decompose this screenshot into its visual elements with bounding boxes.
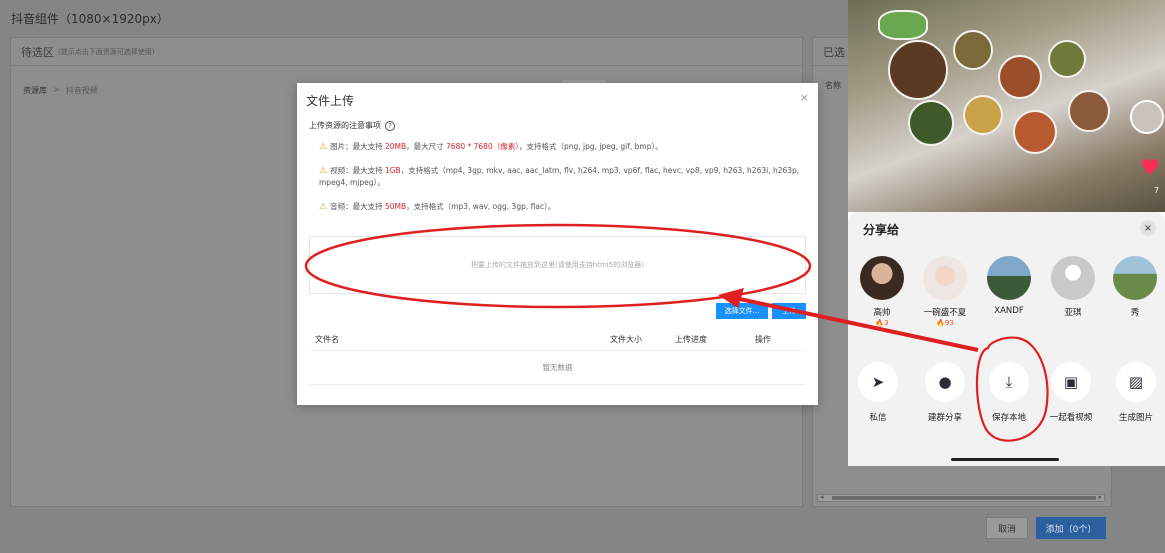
- dropzone-text: 把要上传的文件拖放到这里(请使用支持html5的浏览器): [471, 261, 644, 269]
- warning-icon: ⚠: [319, 166, 328, 176]
- help-icon[interactable]: ?: [385, 120, 395, 131]
- dish-image: [888, 40, 948, 100]
- share-contact[interactable]: 一碗盛不夏 🔥93: [917, 256, 973, 327]
- column-file-size: 文件大小: [610, 335, 642, 344]
- dish-image: [1013, 110, 1057, 154]
- add-button[interactable]: 添加（0个）: [1036, 517, 1106, 539]
- action-label: 生成图片: [1118, 413, 1153, 423]
- share-contact[interactable]: 秀: [1107, 256, 1163, 318]
- dish-image: [998, 55, 1042, 99]
- video-upload-note: ⚠ 视频：最大支持 1GB，支持格式（mp4, 3gp, mkv, aac, aa…: [319, 166, 800, 187]
- breadcrumb-root[interactable]: 资源库: [23, 85, 47, 96]
- contact-streak: 🔥93: [936, 319, 954, 327]
- image-upload-note: ⚠ 图片：最大支持 20MB，最大尺寸 7680 * 7680（像素），支持格式（…: [319, 142, 663, 152]
- video-preview-image: [848, 0, 1165, 212]
- author-avatar[interactable]: [1130, 100, 1164, 134]
- home-indicator: [951, 458, 1059, 461]
- upload-notes-title: 上传资源的注意事项: [309, 121, 381, 130]
- lettuce-image: [878, 10, 928, 40]
- select-file-button[interactable]: 选择文件...: [716, 303, 768, 319]
- share-action-group-share[interactable]: ● 建群分享: [915, 362, 975, 423]
- contact-avatar: [1051, 256, 1095, 300]
- like-icon[interactable]: ♥: [1140, 158, 1160, 180]
- scroll-right-icon[interactable]: ▸: [1098, 493, 1102, 501]
- share-contact[interactable]: 高帅 🔥3: [854, 256, 910, 327]
- page-title: 抖音组件（1080×1920px）: [11, 12, 169, 26]
- contact-name: 一碗盛不夏: [923, 308, 967, 318]
- selected-panel-title: 已选: [823, 45, 845, 59]
- image-icon: ▨: [1116, 362, 1156, 402]
- share-action-watch-together[interactable]: ▣ 一起看视频: [1041, 362, 1101, 423]
- dish-image: [953, 30, 993, 70]
- audio-upload-note: ⚠ 音频：最大支持 50MB，支持格式（mp3, wav, ogg, 3gp, f…: [319, 202, 556, 212]
- sofa-icon: ▣: [1051, 362, 1091, 402]
- share-contact[interactable]: 亚琪: [1045, 256, 1101, 318]
- breadcrumb-current: 抖音视频: [65, 86, 98, 95]
- close-icon[interactable]: ×: [1140, 220, 1156, 236]
- file-upload-dialog: 文件上传 × 上传资源的注意事项 ? ⚠ 图片：最大支持 20MB，最大尺寸 76…: [297, 83, 818, 405]
- close-icon[interactable]: ×: [800, 91, 809, 104]
- contact-streak: 🔥3: [875, 319, 889, 327]
- column-actions: 操作: [755, 335, 771, 344]
- dish-image: [1068, 90, 1110, 132]
- share-sheet-title: 分享给: [863, 223, 900, 237]
- contact-name: 高帅: [873, 308, 891, 318]
- dish-image: [908, 100, 954, 146]
- file-table-empty: 暂无数据: [309, 351, 806, 385]
- candidate-panel-title: 待选区: [21, 45, 54, 59]
- contact-avatar: [1113, 256, 1157, 300]
- share-sheet: 分享给 × 高帅 🔥3 一碗盛不夏 🔥93 XANDF 亚琪 秀 ➤ 私信 ● …: [848, 212, 1165, 466]
- contact-name: 亚琪: [1064, 308, 1082, 318]
- file-table-header: 文件名 文件大小 上传进度 操作: [309, 327, 806, 351]
- contact-avatar: [860, 256, 904, 300]
- like-count: 7: [1154, 186, 1160, 195]
- cancel-button[interactable]: 取消: [986, 517, 1028, 539]
- breadcrumb: 资源库 > 抖音视频: [23, 85, 98, 96]
- selected-column-name: 名称: [825, 81, 841, 90]
- upload-notes-heading: 上传资源的注意事项 ?: [309, 120, 395, 131]
- dish-image: [963, 95, 1003, 135]
- upload-button[interactable]: 上传: [772, 303, 806, 319]
- contact-avatar: [923, 256, 967, 300]
- empty-text: 暂无数据: [542, 363, 573, 372]
- send-icon: ➤: [858, 362, 898, 402]
- action-label: 私信: [869, 413, 887, 423]
- breadcrumb-separator: >: [53, 85, 60, 94]
- action-label: 保存本地: [991, 413, 1026, 423]
- chat-bubble-icon: ●: [925, 362, 965, 402]
- column-upload-progress: 上传进度: [675, 335, 707, 344]
- warning-icon: ⚠: [319, 142, 328, 152]
- share-contact[interactable]: XANDF: [981, 256, 1037, 316]
- scrollbar-thumb[interactable]: [832, 496, 1096, 500]
- dish-image: [1048, 40, 1086, 78]
- share-action-direct-message[interactable]: ➤ 私信: [848, 362, 908, 423]
- column-file-name: 文件名: [315, 335, 339, 344]
- candidate-panel-hint: (提示点击下面资源可选择使用): [58, 47, 155, 56]
- contact-avatar: [987, 256, 1031, 300]
- share-action-save-local[interactable]: ⤓ 保存本地: [979, 362, 1039, 423]
- phone-screenshot: ♥ 7 分享给 × 高帅 🔥3 一碗盛不夏 🔥93 XANDF 亚琪 秀 ➤ 私…: [848, 0, 1165, 466]
- file-dropzone[interactable]: 把要上传的文件拖放到这里(请使用支持html5的浏览器): [309, 236, 806, 294]
- download-icon: ⤓: [989, 362, 1029, 402]
- contact-name: XANDF: [994, 306, 1024, 316]
- contact-name: 秀: [1130, 308, 1140, 318]
- action-label: 一起看视频: [1049, 413, 1093, 423]
- warning-icon: ⚠: [319, 202, 328, 212]
- scroll-left-icon[interactable]: ◂: [820, 493, 824, 501]
- action-label: 建群分享: [927, 413, 962, 423]
- share-action-generate-image[interactable]: ▨ 生成图片: [1106, 362, 1165, 423]
- horizontal-scrollbar[interactable]: ◂ ▸: [817, 493, 1105, 502]
- candidate-panel-header: 待选区 (提示点击下面资源可选择使用): [11, 38, 802, 66]
- dialog-title: 文件上传: [306, 94, 355, 108]
